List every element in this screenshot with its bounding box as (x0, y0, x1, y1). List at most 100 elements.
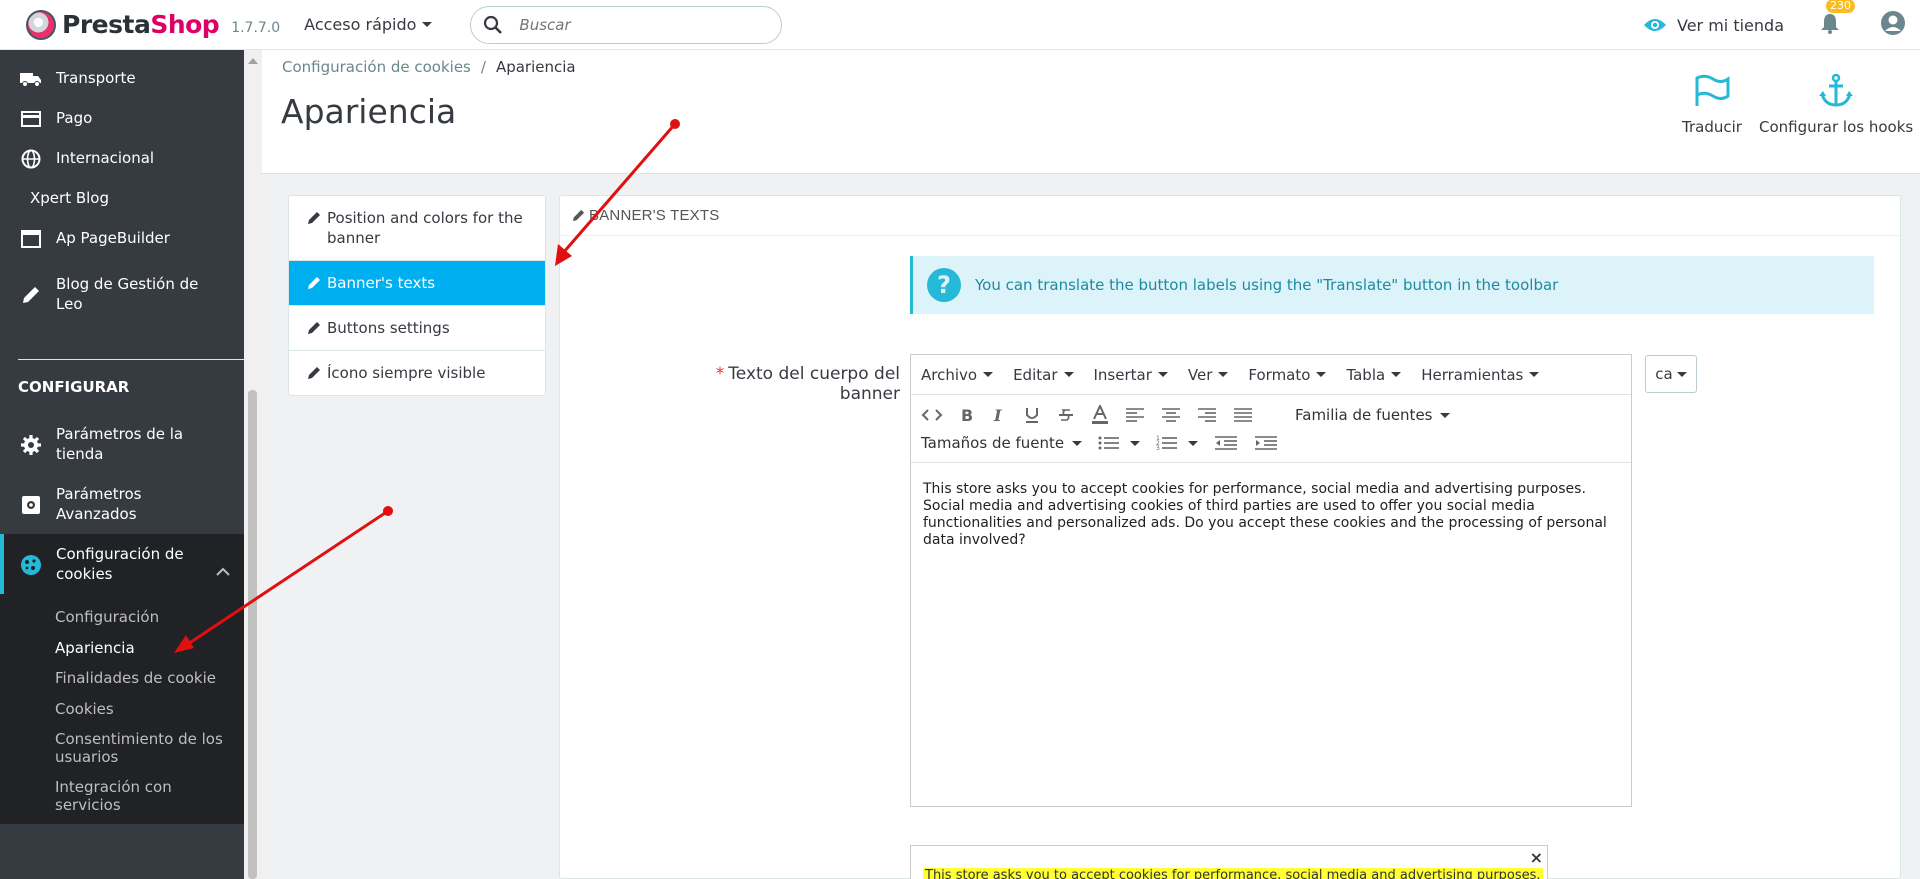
eye-icon (1644, 19, 1666, 31)
pencil-icon (20, 284, 42, 306)
align-center-icon[interactable] (1161, 407, 1181, 423)
align-left-icon[interactable] (1125, 407, 1145, 423)
tab-label: Buttons settings (327, 319, 450, 337)
text-color-icon[interactable] (1091, 405, 1109, 425)
flag-icon (1695, 74, 1730, 106)
sidebar-item-configuracion-cookies[interactable]: Configuración de cookies (0, 534, 244, 594)
sidebar-item-label: Transporte (56, 69, 136, 87)
menu-label: Herramientas (1421, 365, 1524, 384)
italic-icon[interactable]: I (991, 407, 1007, 423)
close-icon[interactable]: × (1530, 848, 1543, 867)
user-avatar-icon (1881, 11, 1905, 35)
pencil-icon (308, 277, 320, 289)
translate-button[interactable]: Traducir (1682, 74, 1742, 136)
bold-icon[interactable]: B (959, 407, 975, 423)
tab-buttons-settings[interactable]: Buttons settings (289, 306, 545, 351)
strikethrough-icon[interactable] (1057, 406, 1075, 424)
sidebar-subitem-finalidades[interactable]: Finalidades de cookie (55, 669, 235, 687)
menu-archivo[interactable]: Archivo (921, 366, 994, 384)
sidebar-item-xpert-blog[interactable]: Xpert Blog (0, 188, 244, 208)
menu-insertar[interactable]: Insertar (1094, 366, 1168, 384)
menu-editar[interactable]: Editar (1013, 366, 1074, 384)
font-family-label: Familia de fuentes (1295, 406, 1433, 424)
chevron-down-icon[interactable] (1130, 440, 1141, 446)
language-dropdown[interactable]: ca (1645, 355, 1697, 393)
menu-label: Formato (1248, 365, 1311, 384)
editor-content[interactable]: This store asks you to accept cookies fo… (911, 463, 1631, 567)
numbered-list-icon[interactable]: 123 (1156, 435, 1178, 451)
tab-banner-texts[interactable]: Banner's texts (289, 261, 545, 306)
sidebar-subitem-configuracion[interactable]: Configuración (55, 608, 235, 626)
configure-hooks-button[interactable]: Configurar los hooks (1759, 74, 1913, 136)
menu-tabla[interactable]: Tabla (1346, 366, 1402, 384)
field-label-text: Texto del cuerpo del banner (728, 364, 900, 404)
bell-icon (1821, 14, 1839, 34)
tab-icono-visible[interactable]: Ícono siempre visible (289, 351, 545, 395)
view-store-link[interactable]: Ver mi tienda (1643, 16, 1784, 35)
align-right-icon[interactable] (1197, 407, 1217, 423)
rich-text-editor[interactable]: Archivo Editar Insertar Ver Formato Tabl… (910, 354, 1632, 807)
source-code-icon[interactable] (921, 408, 943, 422)
menu-formato[interactable]: Formato (1248, 365, 1327, 384)
chevron-down-icon (1218, 372, 1229, 377)
sidebar: Transporte Pago Internacional Xpert Blog… (0, 50, 244, 879)
question-icon: ? (927, 268, 961, 302)
font-family-dropdown[interactable]: Familia de fuentes (1295, 406, 1451, 424)
bullet-list-icon[interactable] (1098, 435, 1120, 451)
sidebar-item-label: Pago (56, 109, 93, 127)
search-input[interactable] (519, 15, 740, 34)
quick-access-label: Acceso rápido (304, 15, 417, 34)
chevron-up-icon (216, 567, 230, 576)
scrollbar-thumb[interactable] (248, 390, 257, 879)
chevron-down-icon (1063, 372, 1074, 377)
breadcrumb-current: Apariencia (495, 58, 576, 76)
sidebar-scrollbar[interactable] (244, 50, 262, 879)
search-icon (484, 15, 503, 34)
editor-toolbar: B I Familia de fuentes Tamaños de fuente… (911, 395, 1631, 463)
globe-icon (20, 148, 42, 170)
sidebar-item-blog-leo[interactable]: Blog de Gestión de Leo (0, 274, 244, 314)
prestashop-logo[interactable]: PrestaShop (26, 9, 220, 40)
underline-icon[interactable] (1023, 406, 1041, 424)
sidebar-item-internacional[interactable]: Internacional (0, 148, 244, 170)
quick-access-dropdown[interactable]: Acceso rápido (304, 15, 433, 34)
chevron-down-icon (1316, 372, 1327, 377)
sidebar-item-parametros-avanzados[interactable]: Parámetros Avanzados (0, 484, 244, 524)
credit-card-icon (20, 108, 42, 130)
tab-position-colors[interactable]: Position and colors for the banner (289, 196, 545, 261)
menu-ver[interactable]: Ver (1188, 366, 1229, 384)
sidebar-section-title: CONFIGURAR (18, 378, 130, 396)
sidebar-subitem-apariencia[interactable]: Apariencia (55, 639, 235, 657)
translate-label: Traducir (1682, 118, 1742, 136)
sidebar-subitem-cookies[interactable]: Cookies (55, 700, 235, 718)
search-box[interactable] (470, 5, 783, 44)
notifications-button[interactable]: 230 (1820, 0, 1855, 38)
sidebar-item-parametros-tienda[interactable]: Parámetros de la tienda (0, 424, 244, 464)
account-button[interactable] (1880, 10, 1906, 40)
indent-icon[interactable] (1254, 435, 1278, 451)
sidebar-subitem-integracion[interactable]: Integración con servicios (55, 778, 235, 814)
menu-label: Insertar (1093, 365, 1152, 384)
align-justify-icon[interactable] (1233, 407, 1253, 423)
configure-hooks-label: Configurar los hooks (1759, 118, 1914, 136)
font-size-dropdown[interactable]: Tamaños de fuente (921, 434, 1083, 452)
svg-text:I: I (993, 407, 1002, 423)
svg-text:B: B (961, 407, 973, 423)
scroll-up-arrow-icon[interactable] (248, 58, 258, 64)
menu-herramientas[interactable]: Herramientas (1421, 365, 1540, 384)
truck-icon (20, 68, 42, 90)
sidebar-item-pago[interactable]: Pago (0, 108, 244, 130)
pencil-icon (308, 322, 320, 334)
tab-label: Banner's texts (327, 274, 436, 292)
outdent-icon[interactable] (1214, 435, 1238, 451)
panel-heading-label: BANNER'S TEXTS (589, 207, 720, 224)
sidebar-item-ap-pagebuilder[interactable]: Ap PageBuilder (0, 228, 244, 250)
sidebar-item-label: Internacional (56, 149, 155, 167)
sidebar-item-transporte[interactable]: Transporte (0, 68, 244, 90)
info-alert: ? You can translate the button labels us… (910, 256, 1874, 314)
sidebar-subitem-consentimiento[interactable]: Consentimiento de los usuarios (55, 730, 235, 766)
settings-box-icon (20, 494, 42, 516)
breadcrumb-parent-link[interactable]: Configuración de cookies (282, 58, 471, 76)
prestashop-logo-icon (26, 9, 56, 40)
chevron-down-icon[interactable] (1188, 440, 1199, 446)
